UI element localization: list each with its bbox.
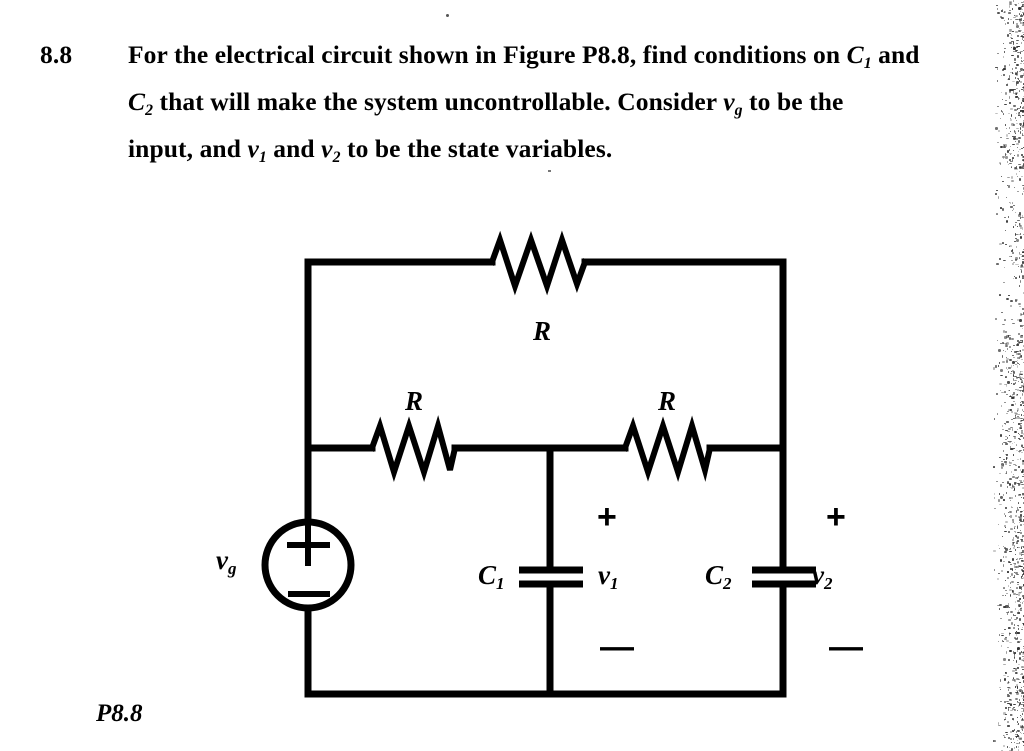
resistor-right-zigzag xyxy=(625,426,710,472)
label-voltage-v2-symbol: v xyxy=(812,560,824,590)
capacitor-c1-plates xyxy=(519,570,583,584)
label-voltage-v1-subscript: 1 xyxy=(610,574,619,593)
label-source-vg: vg xyxy=(216,547,236,577)
polarity-v2-minus: — xyxy=(829,630,863,664)
capacitor-c2-plates xyxy=(752,570,816,584)
label-source-vg-subscript: g xyxy=(228,559,237,578)
polarity-v1-plus: + xyxy=(597,500,617,534)
figure-caption: P8.8 xyxy=(96,700,143,728)
scan-dust-speck-top xyxy=(446,14,449,17)
label-resistor-left: R xyxy=(405,388,423,415)
resistor-top-zigzag xyxy=(492,240,585,286)
label-voltage-v2-subscript: 2 xyxy=(824,574,833,593)
scan-dust-speck-mid xyxy=(548,170,551,172)
label-capacitor-c2-subscript: 2 xyxy=(723,574,732,593)
label-voltage-v1-symbol: v xyxy=(598,560,610,590)
voltage-source-vg xyxy=(265,522,351,608)
label-capacitor-c1-subscript: 1 xyxy=(496,574,505,593)
scanned-textbook-page: 8.8 For the electrical circuit shown in … xyxy=(0,0,1024,750)
label-capacitor-c1-symbol: C xyxy=(478,560,496,590)
label-resistor-right: R xyxy=(658,388,676,415)
label-capacitor-c2-symbol: C xyxy=(705,560,723,590)
label-resistor-top: R xyxy=(533,318,551,345)
polarity-v2-plus: + xyxy=(826,500,846,534)
label-voltage-v1: v1 xyxy=(598,562,618,592)
label-capacitor-c1: C1 xyxy=(478,562,505,592)
polarity-v1-minus: — xyxy=(600,630,634,664)
label-capacitor-c2: C2 xyxy=(705,562,732,592)
resistor-left-zigzag xyxy=(372,426,455,472)
circuit-diagram xyxy=(0,0,1024,750)
label-source-vg-symbol: v xyxy=(216,545,228,575)
label-voltage-v2: v2 xyxy=(812,562,832,592)
